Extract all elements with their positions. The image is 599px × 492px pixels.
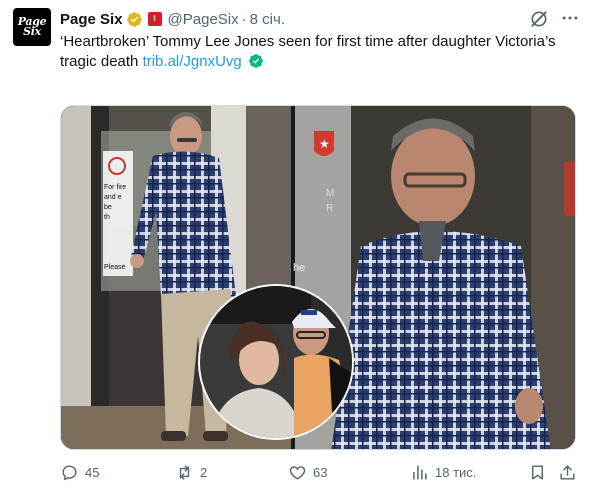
share-icon: [560, 464, 575, 480]
verified-badge-icon[interactable]: [126, 11, 143, 28]
post-time[interactable]: 8 січ.: [250, 11, 285, 28]
share-button[interactable]: [558, 460, 577, 484]
post-header: Page Six ⁝ @PageSix · 8 січ.: [60, 9, 285, 29]
sign-text-4: th: [104, 214, 110, 221]
account-name[interactable]: Page Six: [60, 11, 123, 28]
account-handle[interactable]: @PageSix: [168, 11, 239, 28]
repost-button[interactable]: 2: [175, 460, 207, 484]
sign-text-6: M: [326, 188, 334, 199]
post-text: ‘Heartbroken’ Tommy Lee Jones seen for f…: [60, 32, 590, 72]
sign-text-7: R: [326, 203, 333, 214]
post-link[interactable]: trib.al/JgnxUvg: [143, 53, 242, 70]
sign-text-3: be: [104, 204, 112, 211]
photo-collage: For fire and e be th Please ★ M R he: [61, 106, 575, 449]
svg-text:★: ★: [319, 137, 330, 151]
sign-text-5: Please: [104, 264, 126, 271]
sign-text-2: and e: [104, 194, 122, 201]
reply-button[interactable]: 45: [60, 460, 99, 484]
reply-count: 45: [85, 464, 100, 480]
separator-dot: ·: [241, 10, 247, 28]
sign-text-1: For fire: [104, 184, 126, 191]
grok-icon[interactable]: [529, 9, 549, 29]
post-image[interactable]: For fire and e be th Please ★ M R he: [60, 105, 576, 450]
action-bar: 45 2 63 18 тис.: [60, 460, 580, 484]
more-icon[interactable]: [560, 8, 580, 28]
views-button[interactable]: 18 тис.: [410, 460, 476, 484]
post[interactable]: Page Six Page Six ⁝ @PageSix · 8 січ. ‘H…: [0, 0, 599, 492]
like-icon: [289, 465, 306, 480]
repost-count: 2: [200, 464, 208, 480]
post-body: ‘Heartbroken’ Tommy Lee Jones seen for f…: [60, 33, 556, 70]
reply-icon: [62, 464, 77, 480]
affiliate-badge-icon[interactable]: ⁝: [147, 12, 162, 26]
bookmark-button[interactable]: [528, 460, 547, 484]
like-button[interactable]: 63: [288, 460, 327, 484]
sign-text-8: he: [293, 262, 305, 274]
check-emoji-icon: [249, 54, 263, 68]
views-count: 18 тис.: [435, 464, 477, 480]
like-count: 63: [313, 464, 328, 480]
avatar[interactable]: Page Six: [13, 8, 51, 46]
repost-icon: [179, 464, 190, 480]
avatar-text-line-2: Six: [23, 25, 41, 38]
views-icon: [413, 464, 427, 480]
bookmark-icon: [532, 464, 543, 480]
